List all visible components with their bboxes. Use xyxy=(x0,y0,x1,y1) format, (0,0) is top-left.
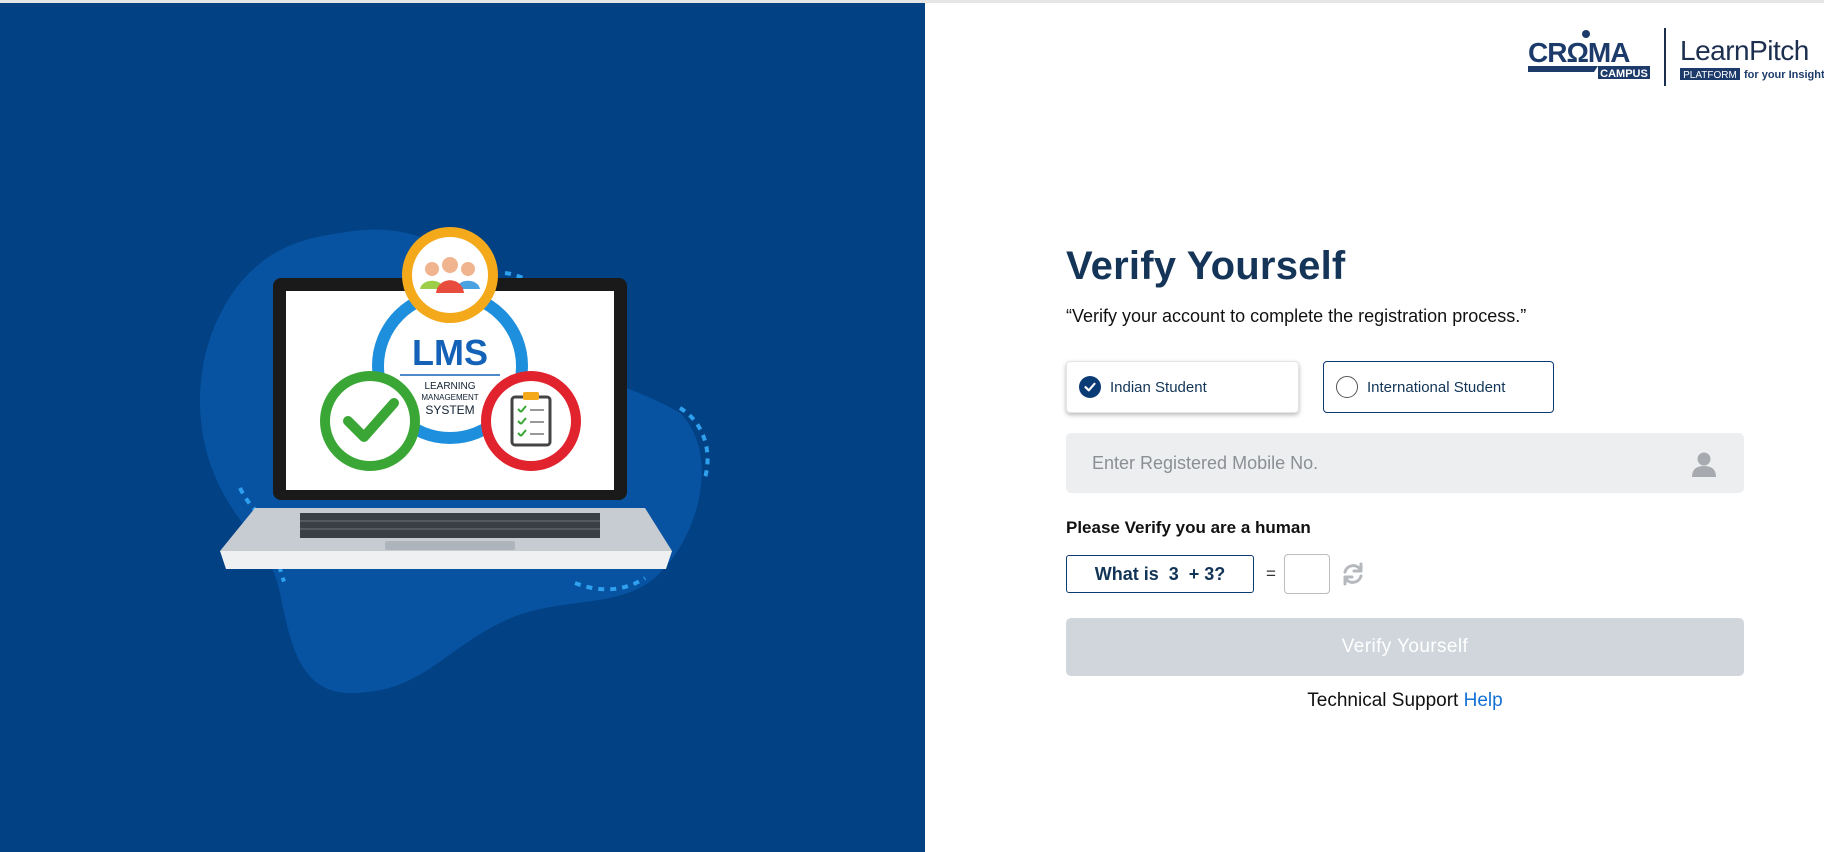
svg-text:LMS: LMS xyxy=(412,332,488,373)
help-link[interactable]: Help xyxy=(1464,690,1503,711)
captcha-question: What is 3 + 3? xyxy=(1066,555,1254,593)
radio-indian-student-label: Indian Student xyxy=(1110,378,1207,396)
radio-international-student[interactable]: International Student xyxy=(1323,361,1554,413)
radio-international-student-label: International Student xyxy=(1367,378,1506,396)
svg-text:MANAGEMENT: MANAGEMENT xyxy=(421,393,478,402)
check-icon xyxy=(1079,376,1101,398)
svg-text:PLATFORM: PLATFORM xyxy=(1683,70,1737,81)
radio-indian-student[interactable]: Indian Student xyxy=(1066,361,1299,413)
support-text: Technical Support xyxy=(1307,690,1459,711)
user-icon xyxy=(1692,452,1716,477)
learnpitch-logo: LearnPitch PLATFORM for your Insight xyxy=(1680,35,1824,81)
mobile-field xyxy=(1066,433,1744,493)
captcha-label: Please Verify you are a human xyxy=(1066,518,1311,537)
croma-campus-logo: CRΩMA CAMPUS xyxy=(1528,30,1650,80)
captcha-answer-input[interactable] xyxy=(1284,554,1330,594)
verify-yourself-button[interactable]: Verify Yourself xyxy=(1066,618,1744,676)
page-subtitle: “Verify your account to complete the reg… xyxy=(1066,306,1527,326)
svg-text:LearnPitch: LearnPitch xyxy=(1680,35,1809,66)
svg-text:for your Insight: for your Insight xyxy=(1744,69,1824,81)
mobile-number-input[interactable] xyxy=(1066,433,1686,493)
illustration-panel: LMS LEARNING MANAGEMENT SYSTEM xyxy=(0,3,925,852)
svg-text:SYSTEM: SYSTEM xyxy=(425,403,474,417)
radio-unchecked-icon xyxy=(1336,376,1358,398)
logo-divider xyxy=(1664,28,1666,86)
brand-logos: CRΩMA CAMPUS LearnPitch PLATFORM for you… xyxy=(1528,24,1824,88)
refresh-icon[interactable] xyxy=(1340,561,1366,587)
page-title: Verify Yourself xyxy=(1066,244,1346,288)
technical-support: Technical Support Help xyxy=(1066,690,1744,712)
svg-text:CRΩMA: CRΩMA xyxy=(1528,37,1630,68)
lms-laptop-illustration: LMS LEARNING MANAGEMENT SYSTEM xyxy=(200,227,710,694)
svg-text:LEARNING: LEARNING xyxy=(424,381,475,392)
equals-sign: = xyxy=(1266,564,1276,583)
svg-text:CAMPUS: CAMPUS xyxy=(1600,68,1648,80)
